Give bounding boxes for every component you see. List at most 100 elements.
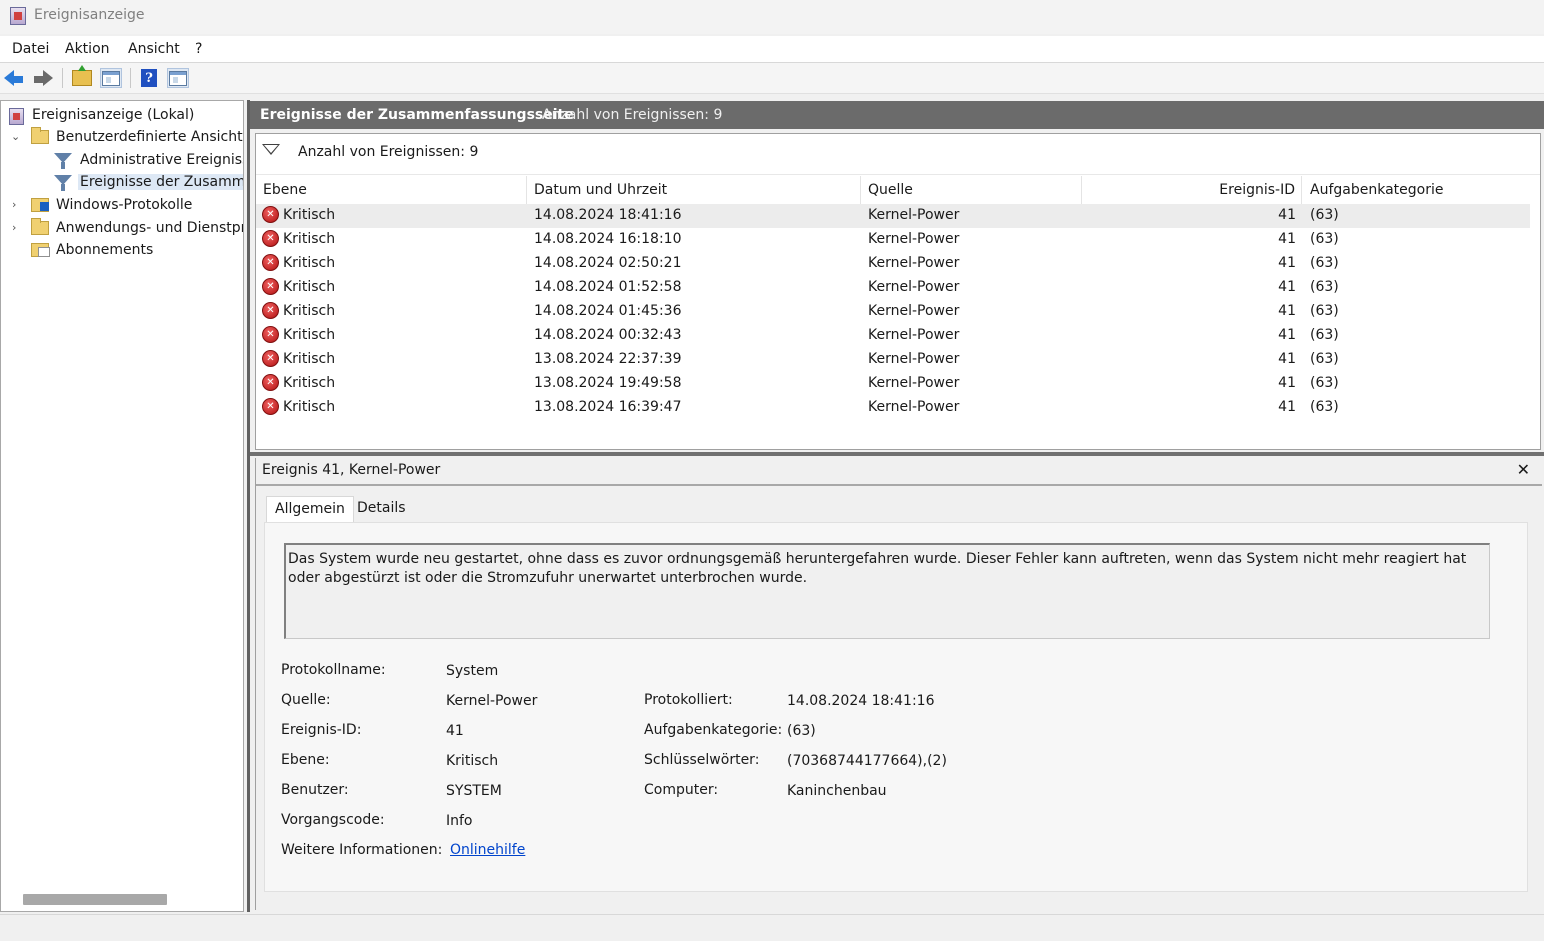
event-date: 13.08.2024 16:39:47 <box>534 399 682 415</box>
event-category: (63) <box>1310 399 1339 415</box>
column-header-event-id[interactable]: Ereignis-ID <box>1082 176 1302 204</box>
event-level: Kritisch <box>283 279 336 295</box>
online-help-link[interactable]: Onlinehilfe <box>450 842 525 858</box>
menu-bar: Datei Aktion Ansicht ? <box>0 36 1544 63</box>
event-id: 41 <box>1278 303 1296 319</box>
event-row[interactable]: ✕ Kritisch 14.08.2024 16:18:10 Kernel-Po… <box>256 228 1530 252</box>
toolbar-separator <box>130 68 131 88</box>
action-pane-icon[interactable] <box>167 68 189 88</box>
tree-item-summary-events[interactable]: Ereignisse der Zusammer <box>1 172 243 194</box>
event-row[interactable]: ✕ Kritisch 13.08.2024 16:39:47 Kernel-Po… <box>256 396 1530 420</box>
console-tree-icon[interactable] <box>100 68 122 88</box>
menu-help[interactable]: ? <box>195 41 202 57</box>
event-category: (63) <box>1310 255 1339 271</box>
forward-arrow-icon[interactable] <box>32 68 54 88</box>
filter-icon[interactable] <box>262 144 280 155</box>
column-header-source[interactable]: Quelle <box>861 176 1082 204</box>
event-row[interactable]: ✕ Kritisch 14.08.2024 01:45:36 Kernel-Po… <box>256 300 1530 324</box>
column-header-level[interactable]: Ebene <box>256 176 527 204</box>
value-logged: 14.08.2024 18:41:16 <box>787 693 935 709</box>
column-header-label: Ereignis-ID <box>1219 182 1295 198</box>
event-source: Kernel-Power <box>868 327 960 343</box>
column-header-label: Ebene <box>263 182 307 198</box>
horizontal-splitter[interactable] <box>250 452 1544 456</box>
event-date: 14.08.2024 01:52:58 <box>534 279 682 295</box>
tree-label: Benutzerdefinierte Ansichten <box>56 129 244 145</box>
tab-label: Allgemein <box>275 501 345 517</box>
event-level: Kritisch <box>283 327 336 343</box>
value-user: SYSTEM <box>446 783 502 799</box>
event-level: Kritisch <box>283 375 336 391</box>
chevron-right-icon[interactable]: › <box>12 221 16 234</box>
label-task-category: Aufgabenkategorie: <box>644 722 783 738</box>
event-category: (63) <box>1310 351 1339 367</box>
tree-item-windows-logs[interactable]: › Windows-Protokolle <box>1 195 243 217</box>
chevron-down-icon[interactable]: ⌄ <box>11 130 20 143</box>
event-source: Kernel-Power <box>868 207 960 223</box>
event-source: Kernel-Power <box>868 255 960 271</box>
event-row[interactable]: ✕ Kritisch 13.08.2024 22:37:39 Kernel-Po… <box>256 348 1530 372</box>
folder-icon <box>31 218 49 235</box>
help-icon[interactable]: ? <box>138 68 160 88</box>
event-id: 41 <box>1278 351 1296 367</box>
value-task-category: (63) <box>787 723 816 739</box>
event-detail-panel: Ereignis 41, Kernel-Power ✕ Allgemein De… <box>255 458 1544 910</box>
event-row[interactable]: ✕ Kritisch 14.08.2024 02:50:21 Kernel-Po… <box>256 252 1530 276</box>
subscriptions-icon <box>31 243 50 257</box>
critical-error-icon: ✕ <box>262 326 279 343</box>
tree-label: Anwendungs- und Dienstpro <box>56 220 244 236</box>
event-row[interactable]: ✕ Kritisch 14.08.2024 00:32:43 Kernel-Po… <box>256 324 1530 348</box>
chevron-right-icon[interactable]: › <box>12 198 16 211</box>
folder-up-icon[interactable] <box>71 65 93 88</box>
event-level: Kritisch <box>283 303 336 319</box>
event-description[interactable]: Das System wurde neu gestartet, ohne das… <box>284 543 1490 639</box>
tree-item-app-service-logs[interactable]: › Anwendungs- und Dienstpro <box>1 218 244 240</box>
event-row[interactable]: ✕ Kritisch 13.08.2024 19:49:58 Kernel-Po… <box>256 372 1530 396</box>
event-id: 41 <box>1278 207 1296 223</box>
tree-label: Abonnements <box>56 242 154 258</box>
event-source: Kernel-Power <box>868 399 960 415</box>
tree-item-subscriptions[interactable]: Abonnements <box>1 240 243 262</box>
menu-ansicht[interactable]: Ansicht <box>128 41 180 57</box>
label-event-id: Ereignis-ID: <box>281 722 362 738</box>
event-category: (63) <box>1310 207 1339 223</box>
tab-label: Details <box>357 500 406 516</box>
label-level: Ebene: <box>281 752 330 768</box>
summary-count: Anzahl von Ereignissen: 9 <box>542 107 723 123</box>
event-category: (63) <box>1310 231 1339 247</box>
folder-icon <box>31 127 49 144</box>
detail-title: Ereignis 41, Kernel-Power <box>262 462 441 478</box>
tree-item-custom-views[interactable]: ⌄ Benutzerdefinierte Ansichten <box>1 127 244 149</box>
column-header-date[interactable]: Datum und Uhrzeit <box>527 176 861 204</box>
value-opcode: Info <box>446 813 473 829</box>
summary-title: Ereignisse der Zusammenfassungsseite <box>260 107 574 123</box>
event-category: (63) <box>1310 375 1339 391</box>
horizontal-scrollbar-thumb[interactable] <box>23 894 167 905</box>
tab-details[interactable]: Details <box>349 496 414 522</box>
column-header-category[interactable]: Aufgabenkategorie <box>1302 176 1530 204</box>
vertical-splitter[interactable] <box>247 100 250 912</box>
critical-error-icon: ✕ <box>262 278 279 295</box>
tab-allgemein[interactable]: Allgemein <box>266 496 354 522</box>
tree-label: Ereignisse der Zusammer <box>78 174 243 190</box>
label-computer: Computer: <box>644 782 719 798</box>
tree-item-admin-events[interactable]: Administrative Ereignisse <box>1 150 243 172</box>
label-more-info: Weitere Informationen: <box>281 842 443 858</box>
back-arrow-icon[interactable] <box>4 68 26 88</box>
close-icon[interactable]: ✕ <box>1517 460 1530 479</box>
label-keywords: Schlüsselwörter: <box>644 752 760 768</box>
tree-label: Windows-Protokolle <box>56 197 193 213</box>
event-list: Anzahl von Ereignissen: 9 Ebene Datum un… <box>255 133 1541 450</box>
menu-aktion[interactable]: Aktion <box>65 41 110 57</box>
event-row[interactable]: ✕ Kritisch 14.08.2024 18:41:16 Kernel-Po… <box>256 204 1530 228</box>
event-row[interactable]: ✕ Kritisch 14.08.2024 01:52:58 Kernel-Po… <box>256 276 1530 300</box>
event-source: Kernel-Power <box>868 279 960 295</box>
event-id: 41 <box>1278 231 1296 247</box>
toolbar-separator <box>62 68 63 88</box>
critical-error-icon: ✕ <box>262 254 279 271</box>
tree-item-root[interactable]: Ereignisanzeige (Lokal) <box>1 105 243 127</box>
event-date: 14.08.2024 01:45:36 <box>534 303 682 319</box>
event-level: Kritisch <box>283 399 336 415</box>
event-source: Kernel-Power <box>868 303 960 319</box>
menu-datei[interactable]: Datei <box>12 41 49 57</box>
